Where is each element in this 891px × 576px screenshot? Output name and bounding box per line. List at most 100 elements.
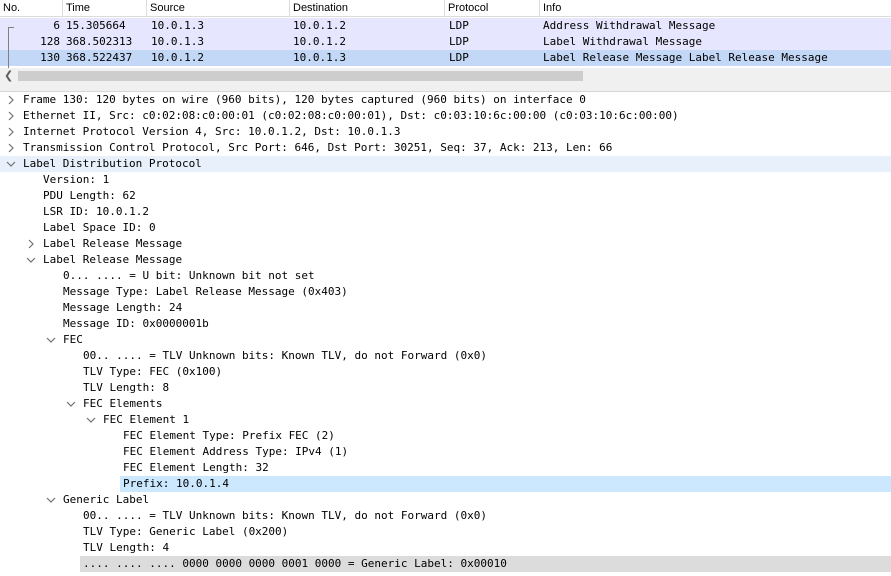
column-header-no[interactable]: No. bbox=[0, 0, 63, 17]
collapse-arrow-right-icon[interactable] bbox=[5, 92, 17, 108]
column-header-info[interactable]: Info bbox=[540, 0, 891, 17]
detail-tree-row[interactable]: FEC bbox=[0, 332, 891, 348]
detail-tree-text: FEC bbox=[63, 333, 83, 346]
packet-list[interactable]: No. Time Source Destination Protocol Inf… bbox=[0, 0, 891, 84]
scroll-left-arrow-icon[interactable]: ❮ bbox=[4, 68, 13, 84]
detail-tree-row[interactable]: FEC Element Length: 32 bbox=[0, 460, 891, 476]
column-header-source[interactable]: Source bbox=[147, 0, 290, 17]
detail-tree-text: Frame 130: 120 bytes on wire (960 bits),… bbox=[23, 93, 586, 106]
packet-cell-protocol: LDP bbox=[449, 19, 469, 32]
detail-tree-row[interactable]: FEC Element Type: Prefix FEC (2) bbox=[0, 428, 891, 444]
packet-cell-no: 128 bbox=[40, 35, 60, 48]
collapse-arrow-right-icon[interactable] bbox=[25, 236, 37, 252]
packet-row[interactable]: 128 368.502313 10.0.1.3 10.0.1.2 LDP Label Wi… bbox=[0, 34, 891, 50]
collapse-arrow-right-icon[interactable] bbox=[5, 140, 17, 156]
packet-cell-info: Address Withdrawal Message bbox=[543, 19, 716, 32]
detail-tree-row[interactable]: Message ID: 0x0000001b bbox=[0, 316, 891, 332]
detail-tree-row[interactable]: Generic Label bbox=[0, 492, 891, 508]
detail-tree-row[interactable]: TLV Type: Generic Label (0x200) bbox=[0, 524, 891, 540]
detail-tree-text: TLV Length: 8 bbox=[83, 381, 170, 394]
column-header-protocol[interactable]: Protocol bbox=[445, 0, 540, 17]
detail-tree-text: FEC Element Length: 32 bbox=[123, 461, 269, 474]
collapse-arrow-right-icon[interactable] bbox=[5, 124, 17, 140]
detail-tree-text: Label Space ID: 0 bbox=[43, 221, 156, 234]
detail-tree-text: FEC Element 1 bbox=[103, 413, 190, 426]
detail-tree-text: TLV Type: FEC (0x100) bbox=[83, 365, 223, 378]
packet-cell-info: Label Withdrawal Message bbox=[543, 35, 702, 48]
detail-tree-row[interactable]: Message Length: 24 bbox=[0, 300, 891, 316]
detail-tree-text: Label Distribution Protocol bbox=[23, 157, 202, 170]
detail-tree-row[interactable]: Label Space ID: 0 bbox=[0, 220, 891, 236]
detail-tree-row[interactable]: 00.. .... = TLV Unknown bits: Known TLV,… bbox=[0, 508, 891, 524]
detail-tree-row[interactable]: TLV Type: FEC (0x100) bbox=[0, 364, 891, 380]
expand-arrow-down-icon[interactable] bbox=[5, 156, 17, 172]
detail-tree-row[interactable]: FEC Element 1 bbox=[0, 412, 891, 428]
column-header-destination[interactable]: Destination bbox=[290, 0, 445, 17]
expand-arrow-down-icon[interactable] bbox=[85, 412, 97, 428]
detail-tree-text: Ethernet II, Src: c0:02:08:c0:00:01 (c0:… bbox=[23, 109, 679, 122]
expand-arrow-down-icon[interactable] bbox=[25, 252, 37, 268]
packet-cell-no: 6 bbox=[53, 19, 60, 32]
packet-list-header: No. Time Source Destination Protocol Inf… bbox=[0, 0, 891, 17]
column-header-time[interactable]: Time bbox=[63, 0, 147, 17]
detail-tree-row[interactable]: Transmission Control Protocol, Src Port:… bbox=[0, 140, 891, 156]
detail-tree-row[interactable]: 0... .... = U bit: Unknown bit not set bbox=[0, 268, 891, 284]
detail-tree-row[interactable]: PDU Length: 62 bbox=[0, 188, 891, 204]
detail-tree-row[interactable]: LSR ID: 10.0.1.2 bbox=[0, 204, 891, 220]
horizontal-scrollbar[interactable]: ❮ bbox=[0, 68, 891, 84]
packet-cell-no: 130 bbox=[40, 51, 60, 64]
detail-tree-text: Transmission Control Protocol, Src Port:… bbox=[23, 141, 613, 154]
detail-tree-row[interactable]: Label Release Message bbox=[0, 252, 891, 268]
detail-tree-text: Message ID: 0x0000001b bbox=[63, 317, 209, 330]
detail-tree-text: 0... .... = U bit: Unknown bit not set bbox=[63, 269, 315, 282]
expand-arrow-down-icon[interactable] bbox=[45, 492, 57, 508]
detail-tree-text: FEC Element Type: Prefix FEC (2) bbox=[123, 429, 335, 442]
packet-cell-destination: 10.0.1.3 bbox=[293, 51, 346, 64]
detail-tree-text: Version: 1 bbox=[43, 173, 110, 186]
packet-cell-time: 368.502313 bbox=[66, 35, 133, 48]
packet-cell-info: Label Release Message Label Release Mess… bbox=[543, 51, 828, 64]
detail-tree-text: 00.. .... = TLV Unknown bits: Known TLV,… bbox=[83, 509, 487, 522]
detail-tree-row[interactable]: TLV Length: 8 bbox=[0, 380, 891, 396]
packet-cell-time: 15.305664 bbox=[66, 19, 126, 32]
packet-cell-time: 368.522437 bbox=[66, 51, 133, 64]
collapse-arrow-right-icon[interactable] bbox=[5, 108, 17, 124]
detail-tree-text: Message Length: 24 bbox=[63, 301, 183, 314]
detail-tree-row[interactable]: Ethernet II, Src: c0:02:08:c0:00:01 (c0:… bbox=[0, 108, 891, 124]
detail-tree-text: TLV Type: Generic Label (0x200) bbox=[83, 525, 289, 538]
expand-arrow-down-icon[interactable] bbox=[65, 396, 77, 412]
detail-tree-row[interactable]: Internet Protocol Version 4, Src: 10.0.1… bbox=[0, 124, 891, 140]
packet-cell-source: 10.0.1.3 bbox=[151, 35, 204, 48]
packet-cell-protocol: LDP bbox=[449, 35, 469, 48]
packet-details-tree[interactable]: Frame 130: 120 bytes on wire (960 bits),… bbox=[0, 92, 891, 576]
packet-row[interactable]: 6 15.305664 10.0.1.3 10.0.1.2 LDP Address Wit… bbox=[0, 18, 891, 34]
detail-tree-row[interactable]: TLV Length: 4 bbox=[0, 540, 891, 556]
detail-tree-row[interactable]: .... .... .... 0000 0000 0000 0001 0000 … bbox=[80, 556, 891, 572]
detail-tree-text: Internet Protocol Version 4, Src: 10.0.1… bbox=[23, 125, 401, 138]
packet-cell-source: 10.0.1.3 bbox=[151, 19, 204, 32]
detail-tree-row[interactable]: Message Type: Label Release Message (0x4… bbox=[0, 284, 891, 300]
detail-tree-text: FEC Element Address Type: IPv4 (1) bbox=[123, 445, 349, 458]
detail-tree-row[interactable]: Frame 130: 120 bytes on wire (960 bits),… bbox=[0, 92, 891, 108]
detail-tree-text: 00.. .... = TLV Unknown bits: Known TLV,… bbox=[83, 349, 487, 362]
packet-row[interactable]: 130 368.522437 10.0.1.2 10.0.1.3 LDP Label Re… bbox=[0, 50, 891, 66]
detail-tree-text: Label Release Message bbox=[43, 237, 183, 250]
detail-tree-row[interactable]: Label Distribution Protocol bbox=[0, 156, 891, 172]
detail-tree-row[interactable]: Version: 1 bbox=[0, 172, 891, 188]
conversation-bracket bbox=[8, 27, 9, 69]
detail-tree-row[interactable]: 00.. .... = TLV Unknown bits: Known TLV,… bbox=[0, 348, 891, 364]
detail-tree-row[interactable]: Label Release Message bbox=[0, 236, 891, 252]
pane-splitter[interactable] bbox=[0, 84, 891, 92]
detail-tree-text: TLV Length: 4 bbox=[83, 541, 170, 554]
detail-tree-text: FEC Elements bbox=[83, 397, 163, 410]
detail-tree-row[interactable]: FEC Elements bbox=[0, 396, 891, 412]
detail-tree-text: PDU Length: 62 bbox=[43, 189, 136, 202]
expand-arrow-down-icon[interactable] bbox=[45, 332, 57, 348]
detail-tree-text: Prefix: 10.0.1.4 bbox=[123, 477, 229, 490]
packet-cell-destination: 10.0.1.2 bbox=[293, 19, 346, 32]
detail-tree-row[interactable]: FEC Element Address Type: IPv4 (1) bbox=[0, 444, 891, 460]
detail-tree-row[interactable]: Prefix: 10.0.1.4 bbox=[120, 476, 891, 492]
detail-tree-text: .... .... .... 0000 0000 0000 0001 0000 … bbox=[83, 557, 507, 570]
detail-tree-text: Label Release Message bbox=[43, 253, 183, 266]
scrollbar-thumb[interactable] bbox=[18, 71, 583, 81]
